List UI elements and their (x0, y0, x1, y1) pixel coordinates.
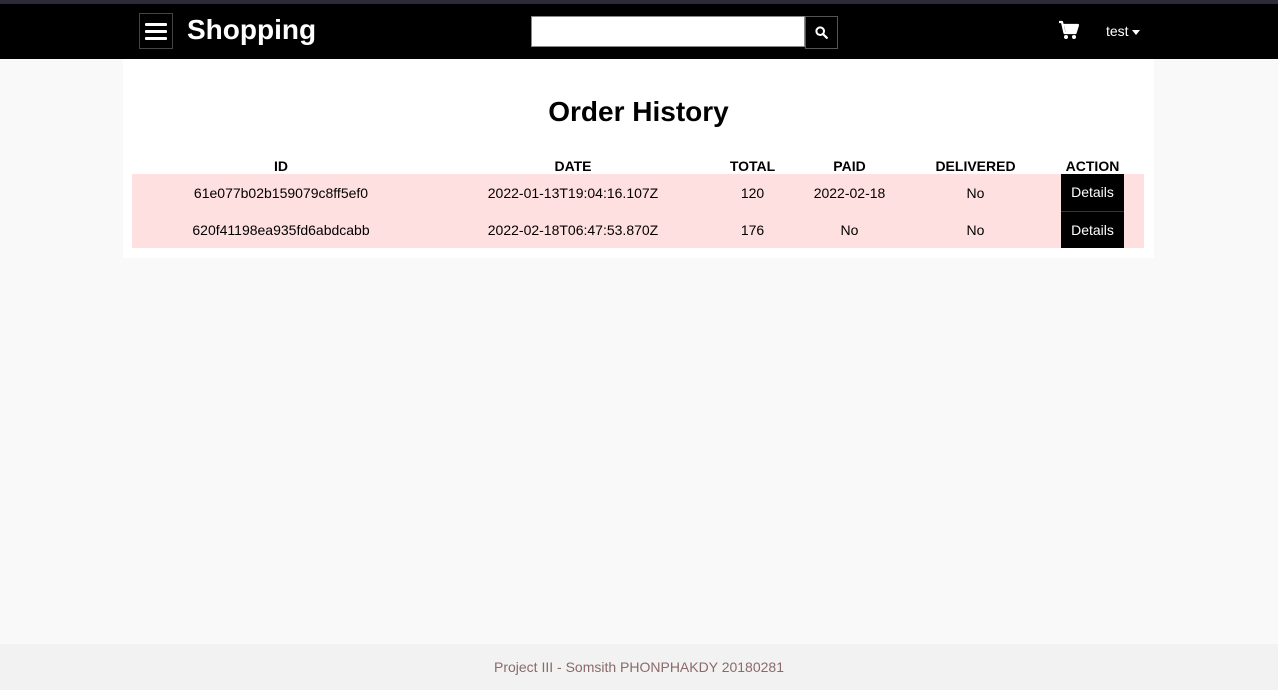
search-icon (815, 26, 828, 39)
caret-down-icon (1131, 29, 1140, 35)
hamburger-icon-bar (145, 29, 167, 33)
column-header-delivered: DELIVERED (935, 158, 1016, 174)
column-header-date: DATE (554, 158, 592, 174)
order-action-cell: Details (1041, 211, 1144, 248)
footer-text: Project III - Somsith PHONPHAKDY 2018028… (494, 659, 784, 675)
order-history-panel: Order History ID DATE TOTAL PAID DELIVER… (123, 59, 1154, 258)
user-menu[interactable]: test (1106, 23, 1140, 39)
column-header-total: TOTAL (729, 158, 776, 174)
order-total: 176 (716, 211, 789, 248)
orders-table: ID DATE TOTAL PAID DELIVERED ACTION 61e0… (132, 156, 1144, 248)
table-row: 620f41198ea935fd6abdcabb 2022-02-18T06:4… (132, 211, 1144, 248)
hamburger-icon-bar (145, 36, 167, 40)
user-name: test (1106, 23, 1129, 39)
search-button[interactable] (805, 16, 838, 49)
order-delivered: No (910, 211, 1041, 248)
search-input[interactable] (531, 16, 805, 47)
column-header-action: ACTION (1065, 158, 1120, 174)
order-delivered: No (910, 174, 1041, 211)
column-header-paid: PAID (833, 158, 866, 174)
order-id: 61e077b02b159079c8ff5ef0 (132, 174, 430, 211)
order-total: 120 (716, 174, 789, 211)
navbar: Shopping test (0, 4, 1278, 59)
table-row: 61e077b02b159079c8ff5ef0 2022-01-13T19:0… (132, 174, 1144, 211)
column-header-id: ID (274, 158, 288, 174)
menu-button[interactable] (139, 13, 173, 49)
cart-icon[interactable] (1058, 19, 1080, 41)
details-button[interactable]: Details (1061, 174, 1124, 211)
order-action-cell: Details (1041, 174, 1144, 211)
hamburger-icon (145, 22, 167, 26)
brand-link[interactable]: Shopping (187, 14, 316, 46)
order-date: 2022-02-18T06:47:53.870Z (430, 211, 716, 248)
order-paid: 2022-02-18 (789, 174, 910, 211)
order-paid: No (789, 211, 910, 248)
page-title: Order History (548, 96, 729, 127)
order-date: 2022-01-13T19:04:16.107Z (430, 174, 716, 211)
order-id: 620f41198ea935fd6abdcabb (132, 211, 430, 248)
footer: Project III - Somsith PHONPHAKDY 2018028… (0, 644, 1278, 690)
table-header-row: ID DATE TOTAL PAID DELIVERED ACTION (132, 156, 1144, 174)
details-button[interactable]: Details (1061, 211, 1124, 248)
